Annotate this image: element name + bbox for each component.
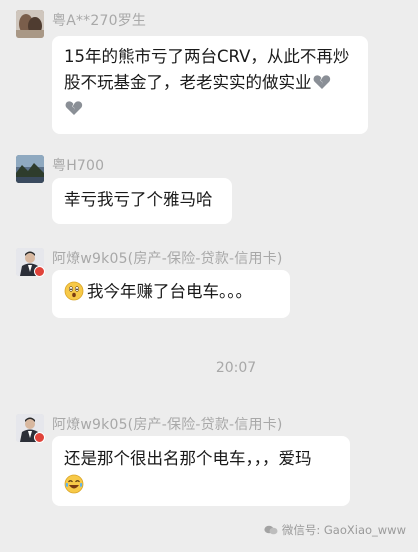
verified-badge: [34, 432, 45, 443]
watermark-text: 微信号: GaoXiao_www: [281, 523, 406, 537]
message-bubble[interactable]: 幸亏我亏了个雅马哈: [52, 178, 232, 224]
sender-avatar[interactable]: [16, 414, 45, 443]
broken-heart-icon: [313, 75, 330, 89]
sender-name: 阿燎w9k05(房产-保险-贷款-信用卡): [52, 417, 283, 433]
tears-of-joy-icon: [64, 474, 84, 494]
wechat-icon: [264, 525, 278, 535]
sender-name: 粤H700: [52, 158, 105, 174]
sender-avatar[interactable]: [16, 155, 44, 183]
sender-name: 粤A**270罗生: [52, 13, 147, 29]
message-text: 幸亏我亏了个雅马哈: [64, 190, 213, 209]
avatar-image-icon: [16, 10, 44, 38]
watermark: 微信号: GaoXiao_www: [264, 522, 406, 538]
verified-badge: [34, 266, 45, 277]
sender-avatar[interactable]: [16, 10, 44, 38]
message-text: 我今年赚了台电车。。。: [87, 282, 252, 301]
message-bubble[interactable]: 还是那个很出名那个电车，，，爱玛: [52, 436, 350, 506]
chat-timestamp: 20:07: [215, 360, 257, 376]
message-text: 还是那个很出名那个电车，，，爱玛: [64, 449, 312, 468]
message-bubble[interactable]: 15年的熊市亏了两台CRV，从此不再炒股不玩基金了，老老实实的做实业: [52, 36, 368, 134]
broken-heart-icon: [65, 101, 83, 115]
sender-name: 阿燎w9k05(房产-保险-贷款-信用卡): [52, 251, 283, 267]
sender-avatar[interactable]: [16, 248, 45, 277]
message-bubble[interactable]: 我今年赚了台电车。。。: [52, 270, 290, 318]
avatar-image-icon: [16, 155, 44, 183]
message-text: 15年的熊市亏了两台CRV，从此不再炒股不玩基金了，老老实实的做实业: [64, 47, 350, 92]
astonished-face-icon: [64, 281, 84, 301]
